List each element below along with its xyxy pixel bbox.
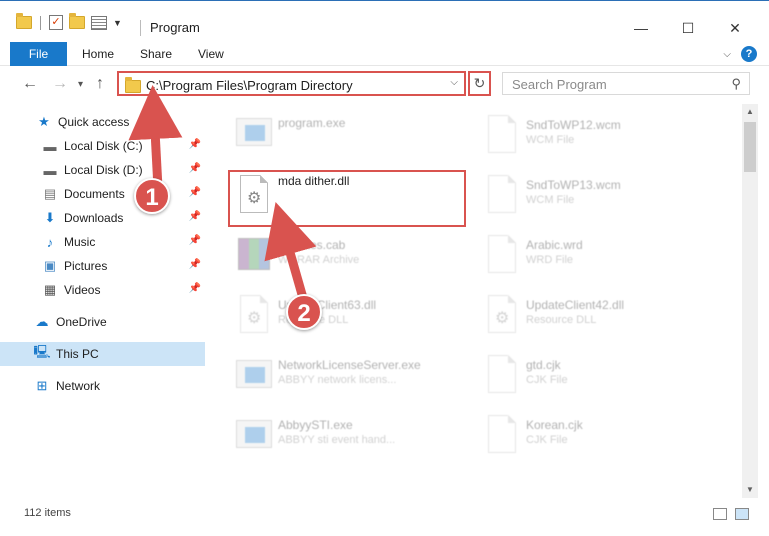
target-file-highlight (228, 170, 466, 227)
download-icon: ⬇ (44, 210, 56, 225)
sidebar-item-local-disk-c[interactable]: ▬ Local Disk (C:) 📌 (0, 134, 205, 158)
file-icon (488, 355, 516, 393)
navigation-bar: ← → ▾ ↑ C:\Program Files\Program Directo… (0, 66, 769, 104)
list-item[interactable]: AbbyySTI.exe ABBYY sti event hand... (230, 408, 470, 458)
list-item[interactable]: Arabic.wrd WRD File (478, 228, 718, 278)
folder-icon (16, 13, 32, 29)
list-item[interactable]: SndToWP12.wcm WCM File (478, 108, 718, 158)
file-icon (488, 235, 516, 273)
list-item[interactable]: program.exe (230, 106, 470, 156)
videos-icon: ▦ (43, 282, 57, 297)
status-bar: 112 items (0, 502, 769, 524)
computer-icon: 🖳 (33, 344, 51, 359)
pin-icon[interactable]: 📌 (189, 235, 201, 246)
drive-icon: ▬ (43, 138, 57, 154)
ribbon: File Home Share View ⌵ ? (0, 42, 769, 66)
dll-file-icon: ⚙ (240, 295, 268, 333)
file-icon (488, 175, 516, 213)
pictures-icon: ▣ (43, 258, 57, 273)
application-icon (236, 420, 272, 448)
customize-toolbar-icon[interactable]: ▼ (113, 18, 122, 28)
minimize-button[interactable]: — (618, 13, 664, 43)
sidebar-item-network[interactable]: ⊞ Network (0, 374, 205, 398)
address-path: C:\Program Files\Program Directory (146, 78, 353, 93)
sidebar-item-music[interactable]: ♪ Music 📌 (0, 230, 205, 254)
vertical-scrollbar[interactable]: ▲ ▼ (742, 104, 758, 498)
tab-share[interactable]: Share (140, 42, 172, 66)
file-icon (488, 115, 516, 153)
expand-ribbon-icon[interactable]: ⌵ (723, 49, 731, 60)
pin-icon[interactable]: 📌 (189, 187, 201, 198)
sidebar-item-this-pc[interactable]: 🖳 This PC (0, 342, 205, 366)
sidebar-item-documents[interactable]: ▤ Documents 📌 (0, 182, 205, 206)
properties-check-icon[interactable]: ✓ (49, 15, 63, 30)
pin-icon[interactable]: 📌 (189, 139, 201, 150)
search-placeholder: Search Program (512, 77, 607, 92)
tab-view[interactable]: View (198, 42, 224, 66)
sidebar-item-videos[interactable]: ▦ Videos 📌 (0, 278, 205, 302)
item-count: 112 items (24, 507, 71, 519)
document-icon: ▤ (43, 186, 57, 201)
list-item[interactable]: rtificates.cab WinRAR Archive (230, 228, 470, 278)
archive-icon (238, 238, 270, 270)
pin-icon[interactable]: 📌 (189, 163, 201, 174)
tab-file[interactable]: File (10, 42, 67, 66)
scroll-down-icon[interactable]: ▼ (742, 482, 758, 498)
new-folder-icon[interactable] (69, 13, 85, 29)
sidebar-item-local-disk-d[interactable]: ▬ Local Disk (D:) 📌 (0, 158, 205, 182)
drive-icon: ▬ (43, 162, 57, 178)
list-item[interactable]: ⚙ UpdateClient42.dll Resource DLL (478, 288, 718, 338)
sidebar-item-pictures[interactable]: ▣ Pictures 📌 (0, 254, 205, 278)
sidebar-item-quick-access[interactable]: ★ Quick access (0, 110, 205, 134)
refresh-button[interactable]: ↻ (468, 71, 491, 96)
file-icon (488, 415, 516, 453)
star-icon: ★ (38, 114, 50, 129)
application-icon (236, 118, 272, 146)
pin-icon[interactable]: 📌 (189, 211, 201, 222)
forward-button[interactable]: → (52, 75, 68, 93)
step-two-badge: 2 (286, 294, 322, 330)
sidebar-item-onedrive[interactable]: ☁ OneDrive (0, 310, 205, 334)
pin-icon[interactable]: 📌 (189, 259, 201, 270)
search-icon[interactable]: ⚲ (731, 76, 741, 92)
maximize-button[interactable]: ☐ (665, 13, 711, 43)
step-one-badge: 1 (134, 178, 170, 214)
properties-icon[interactable] (91, 15, 107, 30)
tab-home[interactable]: Home (82, 42, 114, 66)
list-item[interactable]: Korean.cjk CJK File (478, 408, 718, 458)
recent-locations-button[interactable]: ▾ (78, 79, 83, 90)
music-icon: ♪ (46, 234, 54, 250)
application-icon (236, 360, 272, 388)
gear-icon: ⚙ (495, 310, 510, 327)
scroll-thumb[interactable] (744, 122, 756, 172)
quick-access-toolbar: ✓ ▼ (16, 13, 122, 30)
navigation-pane: ★ Quick access ▬ Local Disk (C:) 📌 ▬ Loc… (0, 104, 205, 498)
pin-icon[interactable]: 📌 (189, 283, 201, 294)
network-icon: ⊞ (36, 378, 48, 393)
details-view-icon[interactable] (713, 508, 727, 520)
back-button[interactable]: ← (22, 75, 38, 93)
address-bar[interactable]: C:\Program Files\Program Directory ⌵ (117, 71, 466, 96)
address-dropdown-icon[interactable]: ⌵ (450, 77, 458, 88)
list-item[interactable]: gtd.cjk CJK File (478, 348, 718, 398)
list-item[interactable]: SndToWP13.wcm WCM File (478, 168, 718, 218)
large-icons-view-icon[interactable] (735, 508, 749, 520)
help-icon[interactable]: ? (741, 46, 757, 62)
cloud-icon: ☁ (35, 314, 49, 329)
search-input[interactable]: Search Program ⚲ (502, 72, 750, 95)
window-title: Program (150, 20, 200, 35)
list-item[interactable]: NetworkLicenseServer.exe ABBYY network l… (230, 348, 470, 398)
gear-icon: ⚙ (247, 310, 262, 327)
sidebar-item-downloads[interactable]: ⬇ Downloads 📌 (0, 206, 205, 230)
folder-icon (125, 77, 141, 93)
title-bar: ✓ ▼ Program — ☐ ✕ (0, 0, 769, 42)
list-item[interactable]: ⚙ UpdateClient63.dll Resource DLL (230, 288, 470, 338)
close-button[interactable]: ✕ (712, 13, 758, 43)
scroll-up-icon[interactable]: ▲ (742, 104, 758, 120)
up-button[interactable]: ↑ (96, 75, 104, 93)
dll-file-icon: ⚙ (488, 295, 516, 333)
